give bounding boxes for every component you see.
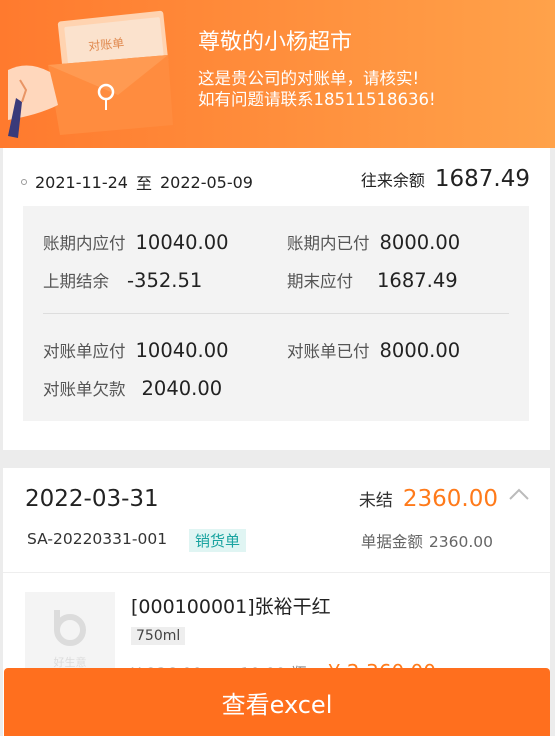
product-name: [000100001]张裕干红 <box>131 596 331 618</box>
stat-value: -352.51 <box>127 269 203 292</box>
stat-value: 8000.00 <box>379 339 461 362</box>
balance-value: 1687.49 <box>434 166 530 192</box>
bullet-icon <box>21 179 27 185</box>
stat-label: 对账单已付 <box>287 342 370 361</box>
stats-panel: 账期内应付 10040.00 账期内已付 8000.00 上期结余 -352.5… <box>23 206 529 421</box>
stats-divider <box>43 313 509 314</box>
stat-value: 8000.00 <box>379 231 461 254</box>
stat-statement-owed: 对账单欠款 2040.00 <box>43 376 222 400</box>
stat-label: 对账单欠款 <box>43 380 126 399</box>
stat-end-due: 期末应付 1687.49 <box>287 268 458 292</box>
order-date: 2022-03-31 <box>25 486 159 512</box>
stat-statement-paid: 对账单已付 8000.00 <box>287 338 460 362</box>
period-start-date: 2021-11-24 <box>35 172 128 192</box>
chevron-up-icon[interactable] <box>508 486 530 502</box>
balance-label: 往来余额 <box>360 171 425 190</box>
stat-value: 10040.00 <box>135 339 229 362</box>
envelope-hand-icon: 对账单 <box>8 10 173 138</box>
contact-notice: 如有问题请联系18511518636! <box>198 90 436 109</box>
stat-label: 上期结余 <box>43 272 109 291</box>
stat-label: 账期内已付 <box>287 234 370 253</box>
stat-period-paid: 账期内已付 8000.00 <box>287 230 460 254</box>
period-separator: 至 <box>135 174 152 193</box>
stat-statement-due: 对账单应付 10040.00 <box>43 338 229 362</box>
order-divider <box>3 572 550 573</box>
period-end-date: 2022-05-09 <box>160 172 253 192</box>
stat-label: 账期内应付 <box>43 234 126 253</box>
thumbnail-caption: 好生意 <box>54 655 87 669</box>
stat-value: 2040.00 <box>141 377 223 400</box>
stat-value: 10040.00 <box>135 231 229 254</box>
order-status: 未结 2360.00 <box>359 486 498 512</box>
statement-banner: 对账单 尊敬的小杨超市 这是贵公司的对账单，请核实! 如有问题请联系185115… <box>0 0 555 148</box>
stat-label: 期末应付 <box>287 272 353 291</box>
order-status-label: 未结 <box>358 491 393 511</box>
product-spec: 750ml <box>131 627 186 645</box>
stat-period-due: 账期内应付 10040.00 <box>43 230 229 254</box>
order-number: SA-20220331-001 <box>27 530 168 548</box>
order-status-amount: 2360.00 <box>402 486 498 512</box>
view-excel-button[interactable]: 查看excel <box>4 668 550 736</box>
stat-value: 1687.49 <box>377 269 458 292</box>
order-amount-value: 2360.00 <box>428 533 493 551</box>
order-type-tag: 销货单 <box>189 529 247 552</box>
stat-label: 对账单应付 <box>43 342 126 361</box>
statement-summary-card: 2021-11-24 至 2022-05-09 往来余额 1687.49 账期内… <box>3 148 550 450</box>
order-amount-label: 单据金额 <box>360 533 423 551</box>
customer-greeting: 尊敬的小杨超市 <box>198 30 353 55</box>
order-amount: 单据金额 2360.00 <box>361 530 493 552</box>
balance-summary: 往来余额 1687.49 <box>361 166 530 192</box>
statement-period: 2021-11-24 至 2022-05-09 <box>21 170 253 194</box>
stat-prev-balance: 上期结余 -352.51 <box>43 268 202 292</box>
